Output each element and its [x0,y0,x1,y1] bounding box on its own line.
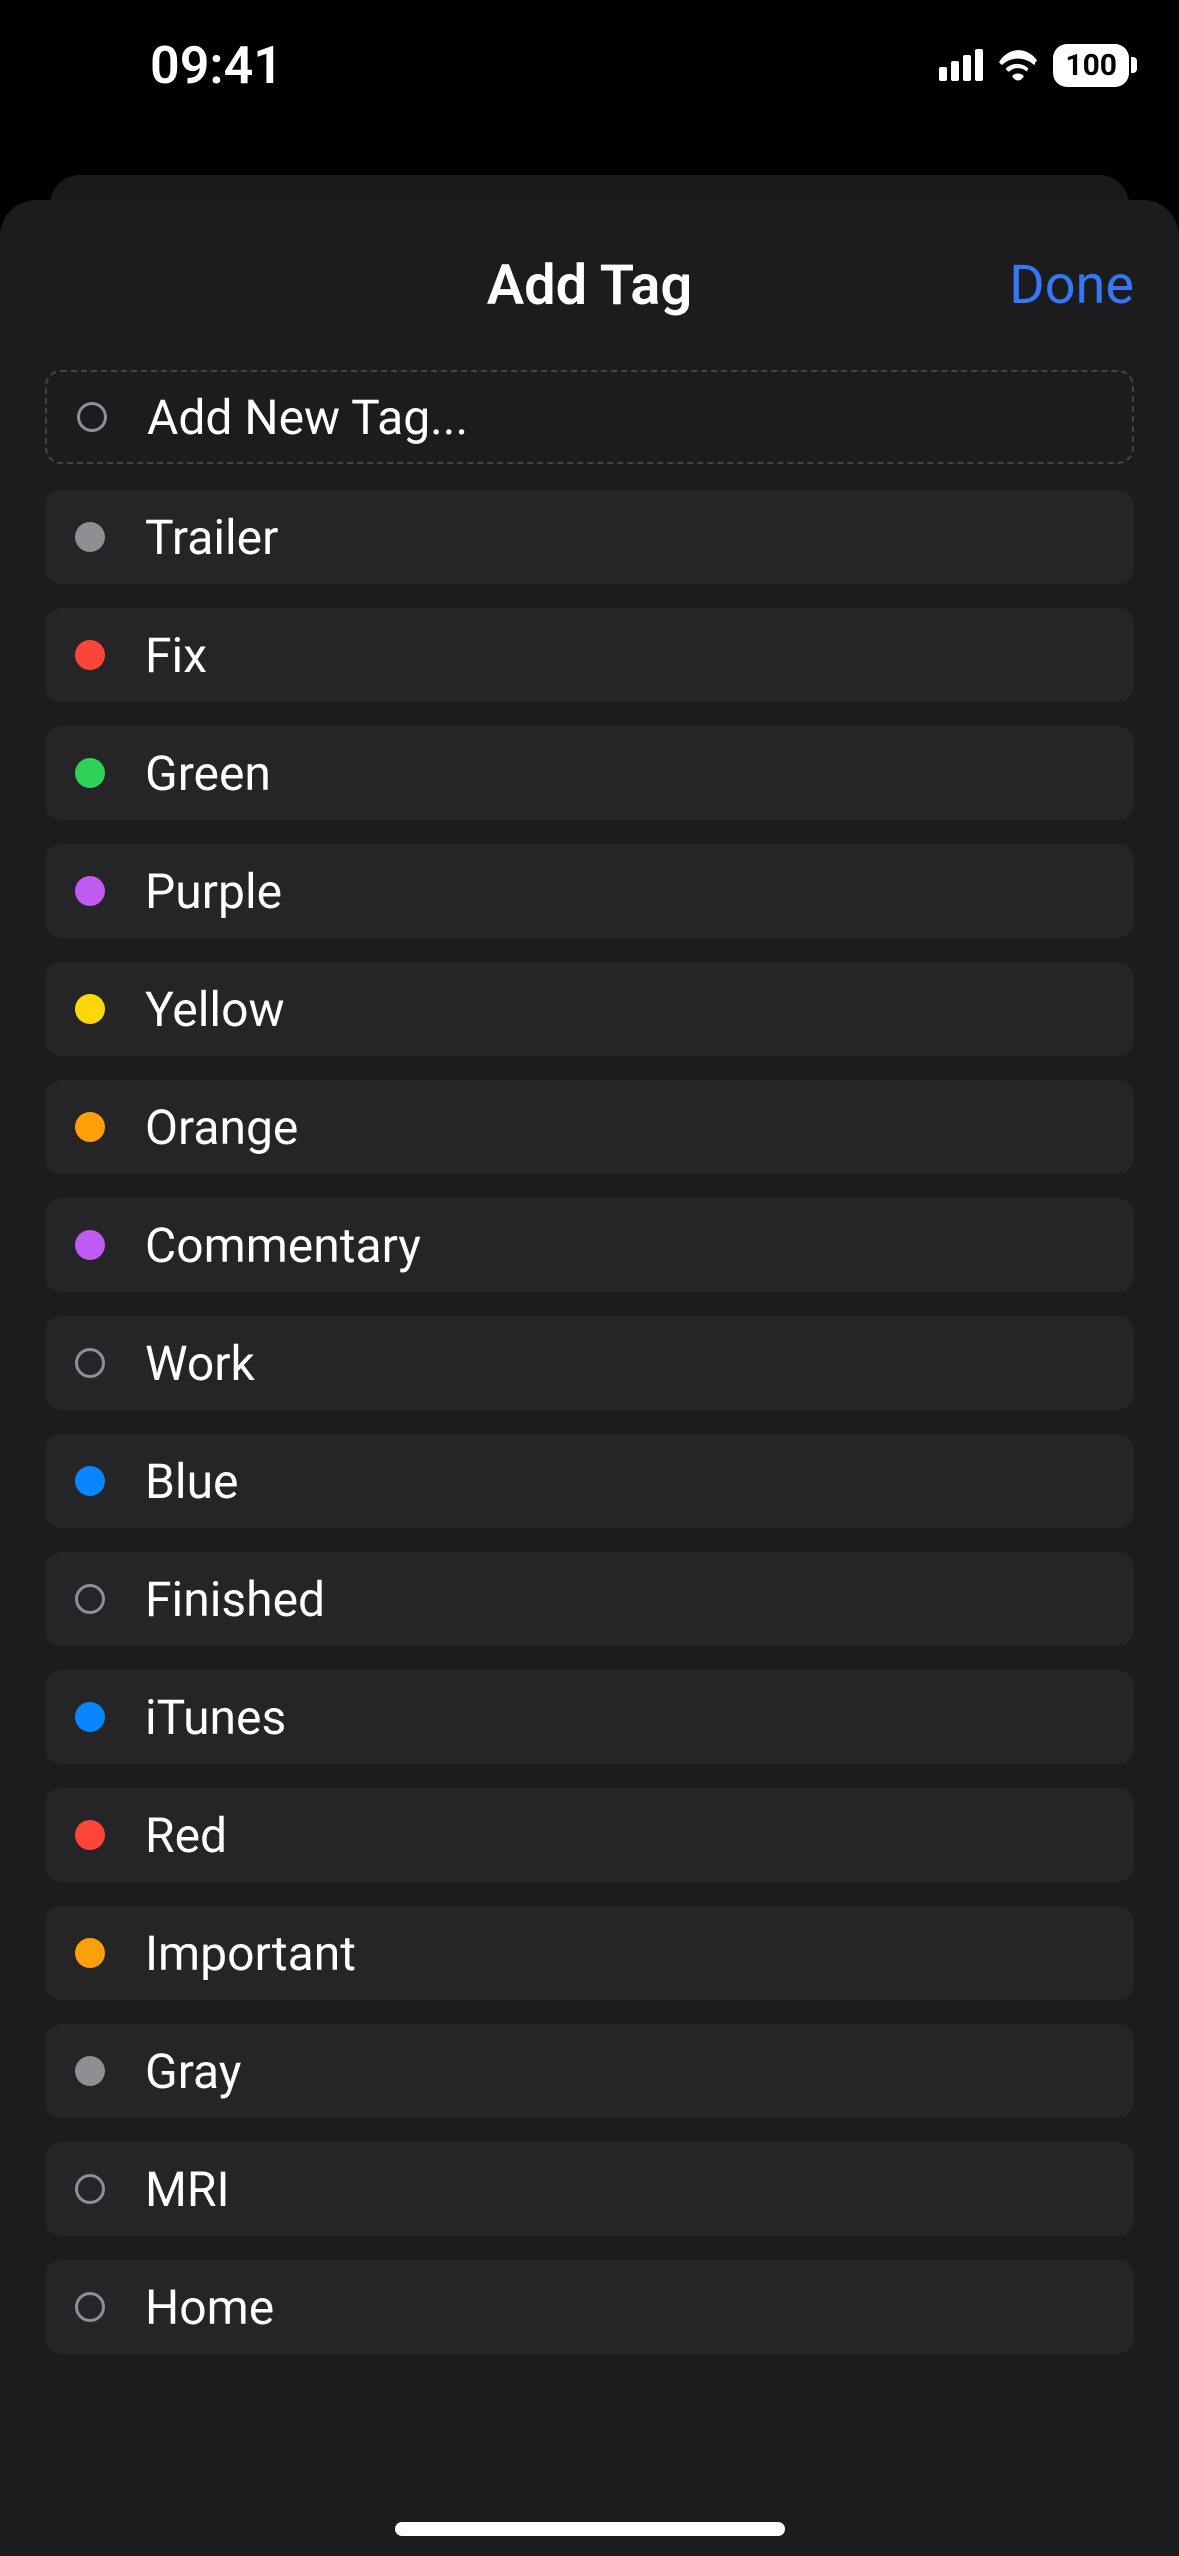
tag-label: Fix [145,627,207,684]
wifi-icon [997,49,1039,81]
tag-row[interactable]: Red [45,1788,1134,1882]
tag-color-dot-icon [75,1820,105,1850]
tag-label: Green [145,745,271,802]
tag-row[interactable]: Orange [45,1080,1134,1174]
tag-color-dot-icon [75,758,105,788]
tag-row[interactable]: Finished [45,1552,1134,1646]
tag-label: Finished [145,1571,325,1628]
empty-circle-icon [75,2174,105,2204]
tag-label: Important [145,1925,356,1982]
tag-color-dot-icon [75,522,105,552]
tag-row[interactable]: Important [45,1906,1134,2000]
tag-row[interactable]: Home [45,2260,1134,2354]
done-button[interactable]: Done [1009,254,1134,317]
tag-color-dot-icon [75,994,105,1024]
tag-row[interactable]: Commentary [45,1198,1134,1292]
tag-row[interactable]: Work [45,1316,1134,1410]
empty-circle-icon [77,402,107,432]
tag-color-dot-icon [75,876,105,906]
tag-row[interactable]: Blue [45,1434,1134,1528]
empty-circle-icon [75,1348,105,1378]
tag-row[interactable]: Purple [45,844,1134,938]
tag-label: iTunes [145,1689,286,1746]
tag-label: Gray [145,2043,242,2100]
tag-color-dot-icon [75,2056,105,2086]
tag-label: Orange [145,1099,298,1156]
sheet-title: Add Tag [487,252,692,318]
add-new-tag-label: Add New Tag... [147,389,468,446]
tag-row[interactable]: Yellow [45,962,1134,1056]
modal-sheet: Add Tag Done Add New Tag... Trailer Fix Gr… [0,200,1179,2556]
sheet-header: Add Tag Done [45,200,1134,370]
add-new-tag-button[interactable]: Add New Tag... [45,370,1134,464]
cellular-signal-icon [939,49,983,81]
tag-label: Trailer [145,509,278,566]
tag-color-dot-icon [75,640,105,670]
tag-row[interactable]: Fix [45,608,1134,702]
tag-row[interactable]: Green [45,726,1134,820]
tag-label: Work [145,1335,255,1392]
tag-row[interactable]: iTunes [45,1670,1134,1764]
tag-row[interactable]: MRI [45,2142,1134,2236]
empty-circle-icon [75,2292,105,2322]
tag-label: Blue [145,1453,239,1510]
home-indicator[interactable] [395,2522,785,2536]
tag-color-dot-icon [75,1938,105,1968]
tag-label: Yellow [145,981,285,1038]
tag-row[interactable]: Trailer [45,490,1134,584]
status-indicators: 100 [939,44,1129,87]
tag-label: Red [145,1807,227,1864]
status-time: 09:41 [150,35,283,96]
empty-circle-icon [75,1584,105,1614]
battery-icon: 100 [1053,44,1129,87]
tag-list: Trailer Fix Green Purple Yellow Orange Comment… [45,490,1134,2354]
tag-label: MRI [145,2161,230,2218]
tag-label: Home [145,2279,274,2336]
tag-color-dot-icon [75,1112,105,1142]
tag-color-dot-icon [75,1230,105,1260]
tag-color-dot-icon [75,1466,105,1496]
tag-label: Purple [145,863,282,920]
tag-label: Commentary [145,1217,421,1274]
tag-color-dot-icon [75,1702,105,1732]
tag-row[interactable]: Gray [45,2024,1134,2118]
status-bar: 09:41 100 [0,0,1179,130]
